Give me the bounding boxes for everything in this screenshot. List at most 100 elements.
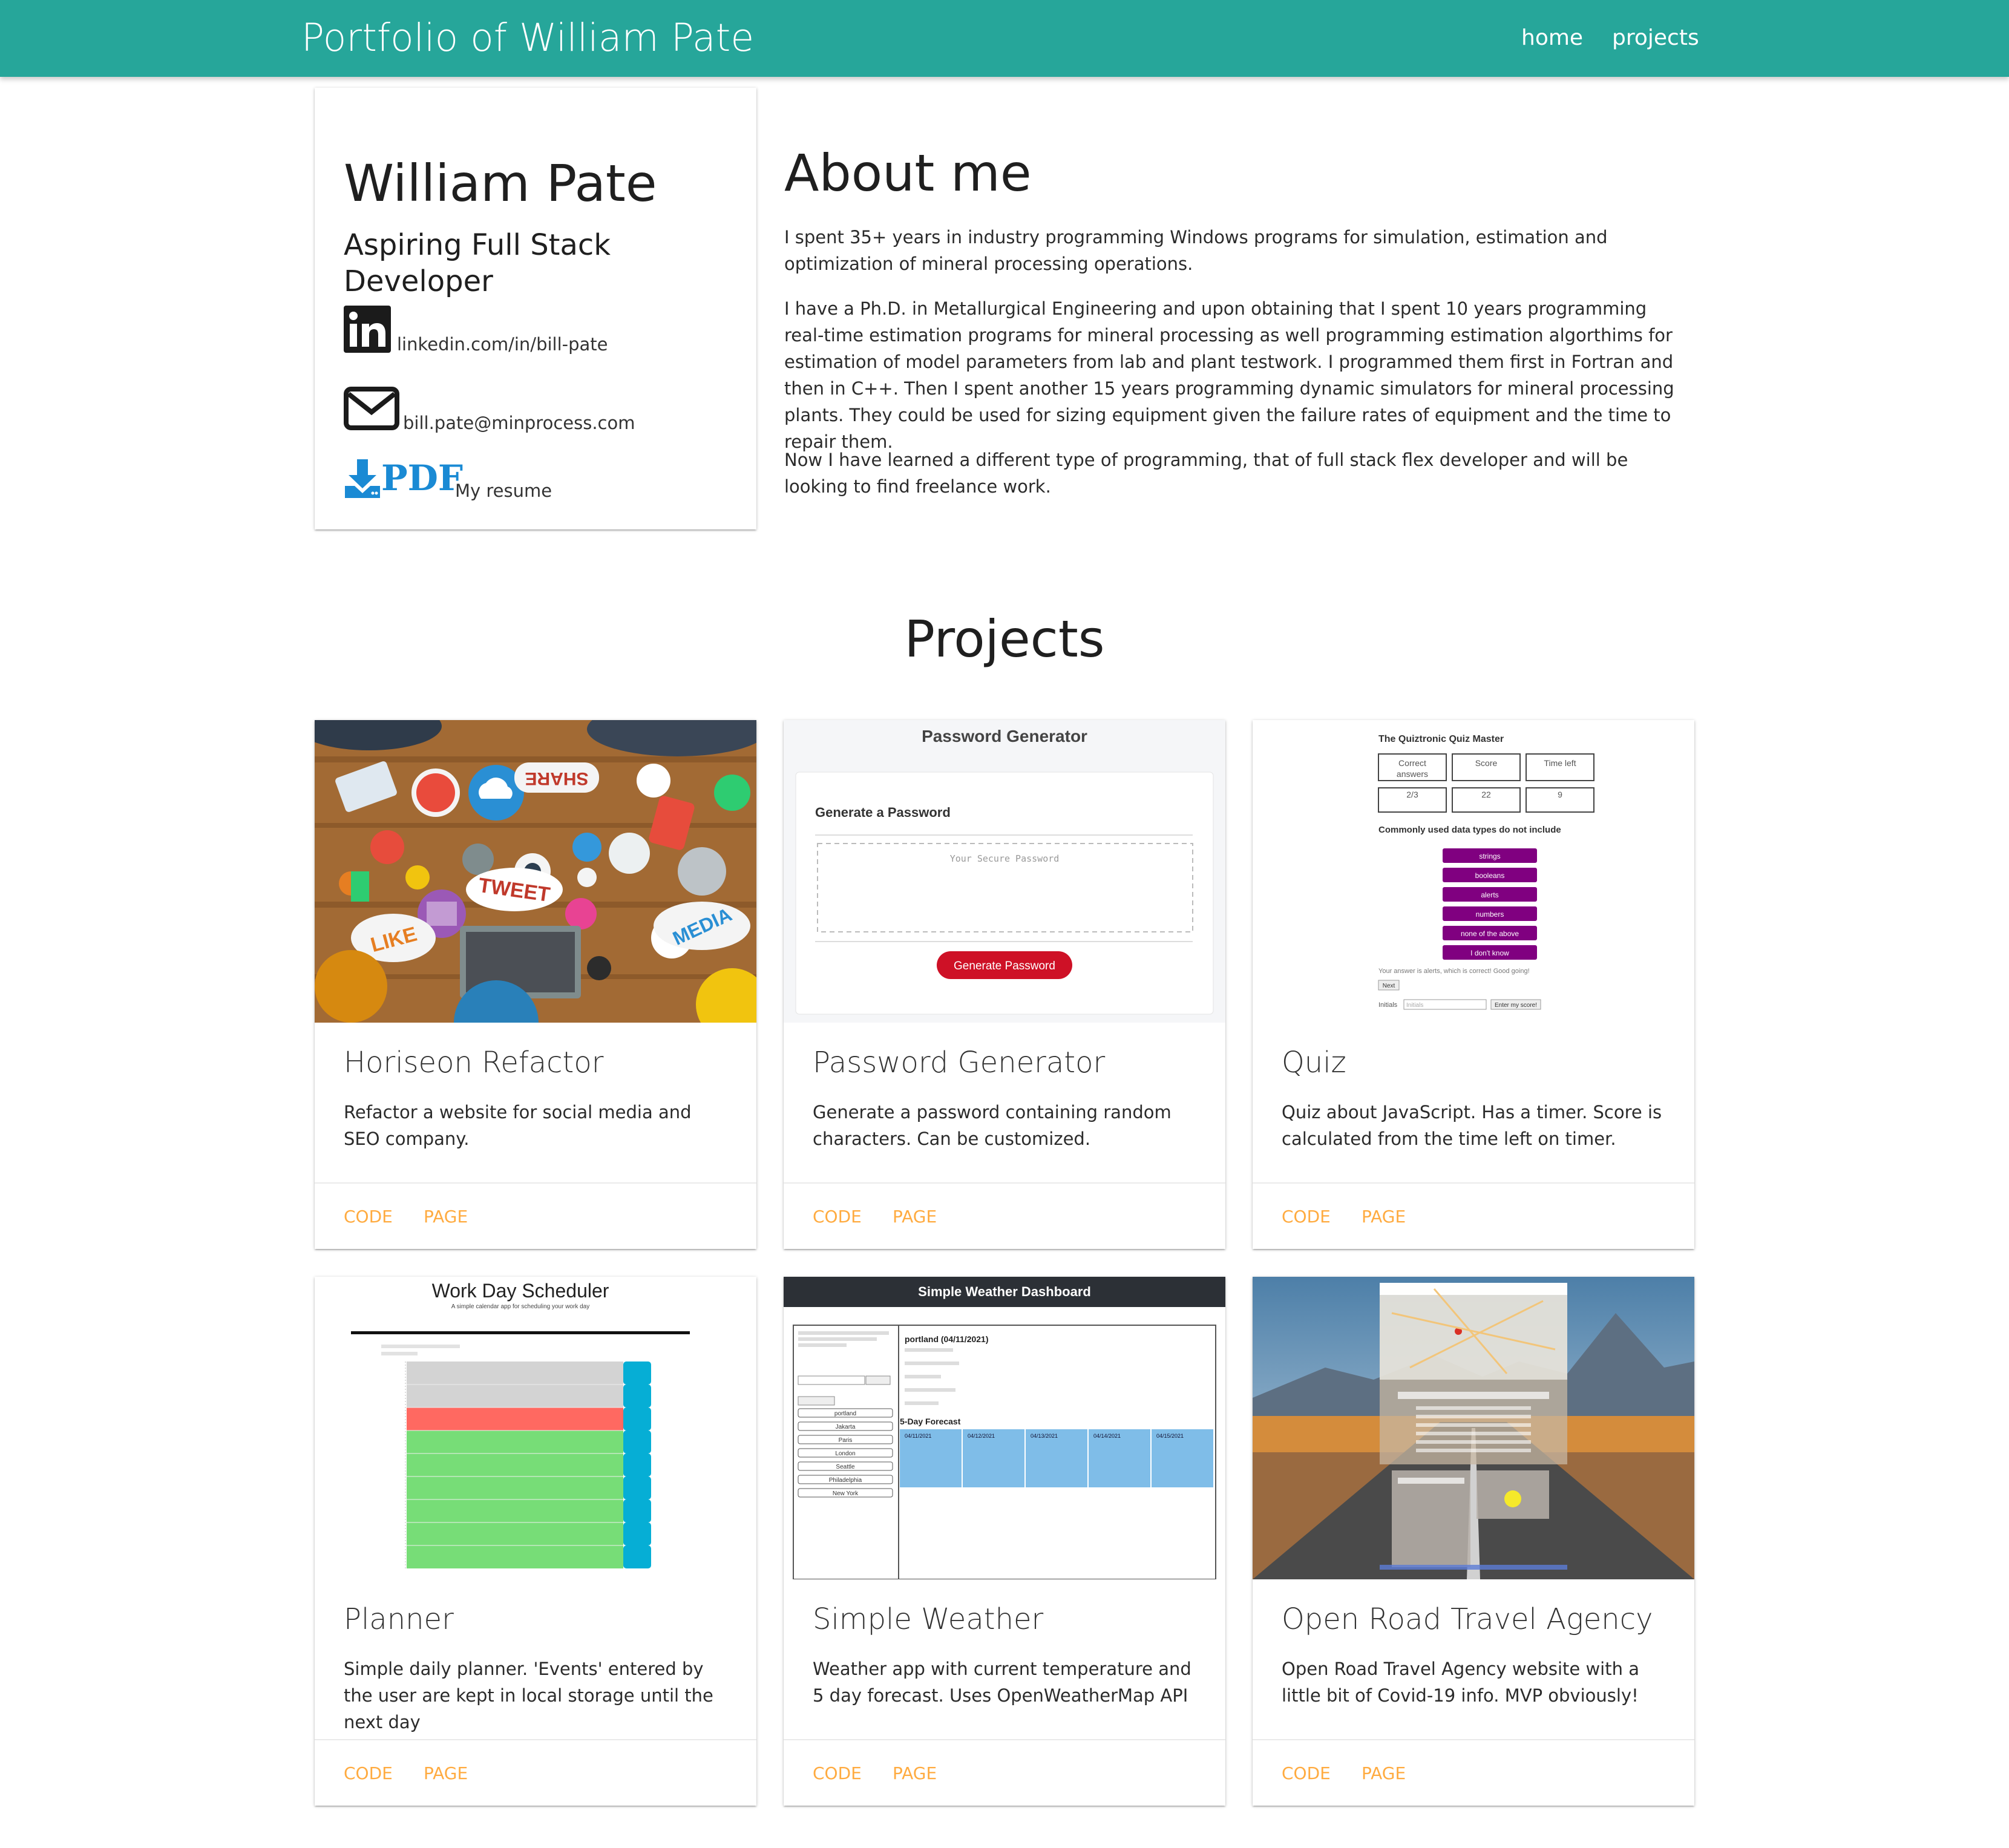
linkedin-link[interactable]: linkedin.com/in/bill-pate	[397, 333, 608, 355]
profile-card: William Pate Aspiring Full Stack Develop…	[315, 88, 756, 529]
thumb-button: Generate Password	[954, 960, 1055, 972]
card-actions: CODE PAGE	[1253, 1182, 1694, 1250]
svg-text:booleans: booleans	[1475, 871, 1505, 880]
project-description: Simple daily planner. 'Events' entered b…	[344, 1659, 713, 1732]
code-link[interactable]: CODE	[813, 1207, 862, 1227]
svg-text:answers: answers	[1397, 769, 1428, 779]
code-link[interactable]: CODE	[813, 1763, 862, 1784]
svg-text:none of the above: none of the above	[1461, 929, 1519, 938]
quiz-header: The Quiztronic Quiz Master	[1378, 734, 1504, 744]
quiz-correct-value: 2/3	[1406, 790, 1418, 799]
project-description: Refactor a website for social media and …	[344, 1102, 692, 1149]
svg-text:04/12/2021: 04/12/2021	[968, 1433, 995, 1439]
project-description: Open Road Travel Agency website with a l…	[1282, 1659, 1639, 1706]
project-description: Weather app with current temperature and…	[813, 1659, 1191, 1706]
page-link[interactable]: PAGE	[893, 1763, 937, 1784]
travel-agency-screenshot	[1253, 1277, 1694, 1579]
page-link[interactable]: PAGE	[1362, 1763, 1406, 1784]
weather-forecast-title: 5-Day Forecast	[900, 1417, 961, 1426]
email-link[interactable]: bill.pate@minprocess.com	[403, 412, 635, 434]
project-card: The Quiztronic Quiz Master Correct answe…	[1253, 720, 1694, 1249]
project-description: Generate a password containing random ch…	[813, 1102, 1172, 1149]
svg-text:04/15/2021: 04/15/2021	[1156, 1433, 1184, 1439]
weather-city-list: portland Jakarta Paris London Seattle Ph…	[798, 1408, 893, 1498]
project-thumbnail: Simple Weather Dashboard portland Jakart…	[784, 1277, 1225, 1579]
project-thumbnail: SHARE TWEET MEDIA LIKE	[315, 720, 756, 1023]
weather-header: Simple Weather Dashboard	[918, 1284, 1091, 1299]
card-actions: CODE PAGE	[315, 1739, 756, 1807]
card-actions: CODE PAGE	[1253, 1739, 1694, 1807]
profile-role: Aspiring Full Stack Developer	[344, 228, 611, 298]
project-title: Simple Weather	[813, 1602, 1044, 1636]
linkedin-icon[interactable]	[344, 306, 391, 353]
nav-projects-link[interactable]: projects	[1612, 24, 1699, 52]
svg-text:numbers: numbers	[1476, 910, 1504, 919]
svg-text:Seattle: Seattle	[836, 1464, 855, 1470]
code-link[interactable]: CODE	[1282, 1207, 1331, 1227]
download-icon[interactable]	[344, 459, 381, 498]
planner-subheader: A simple calendar app for scheduling you…	[451, 1303, 589, 1310]
quiz-score-label: Score	[1475, 758, 1498, 768]
code-link[interactable]: CODE	[344, 1207, 393, 1227]
project-card: Work Day Scheduler A simple calendar app…	[315, 1277, 756, 1806]
projects-title: Projects	[904, 609, 1105, 669]
about-paragraph: I spent 35+ years in industry programmin…	[784, 227, 1608, 274]
quiz-next: Next	[1383, 983, 1395, 989]
svg-text:04/13/2021: 04/13/2021	[1031, 1433, 1058, 1439]
card-actions: CODE PAGE	[784, 1182, 1225, 1250]
weather-city-title: portland (04/11/2021)	[905, 1334, 989, 1344]
project-thumbnail: Password Generator Generate a Password Y…	[784, 720, 1225, 1023]
nav-home-link[interactable]: home	[1521, 24, 1583, 52]
planner-rows	[375, 1361, 651, 1568]
project-card: SHARE TWEET MEDIA LIKE Horiseon Refactor…	[315, 720, 756, 1249]
project-description: Quiz about JavaScript. Has a timer. Scor…	[1282, 1102, 1662, 1149]
quiz-time-label: Time left	[1544, 758, 1576, 768]
code-link[interactable]: CODE	[344, 1763, 393, 1784]
svg-text:strings: strings	[1479, 852, 1500, 860]
svg-text:04/11/2021: 04/11/2021	[905, 1433, 931, 1439]
svg-text:Paris: Paris	[839, 1437, 853, 1444]
card-actions: CODE PAGE	[784, 1739, 1225, 1807]
page-link[interactable]: PAGE	[424, 1763, 468, 1784]
svg-text:portland: portland	[834, 1411, 856, 1417]
project-card: Password Generator Generate a Password Y…	[784, 720, 1225, 1249]
planner-header: Work Day Scheduler	[432, 1280, 609, 1302]
password-generator-screenshot: Password Generator Generate a Password Y…	[784, 720, 1225, 1023]
svg-text:Correct: Correct	[1398, 758, 1426, 768]
quiz-initials-placeholder: Initials	[1406, 1002, 1423, 1009]
thumb-placeholder: Your Secure Password	[950, 853, 1060, 864]
svg-text:I don't know: I don't know	[1470, 949, 1509, 957]
svg-text:London: London	[835, 1450, 855, 1457]
quiz-feedback: Your answer is alerts, which is correct!…	[1378, 968, 1530, 975]
about-paragraph: I have a Ph.D. in Metallurgical Engineer…	[784, 298, 1674, 452]
envelope-icon[interactable]	[344, 387, 399, 430]
project-card: Simple Weather Dashboard portland Jakart…	[784, 1277, 1225, 1806]
project-card: Open Road Travel Agency Open Road Travel…	[1253, 1277, 1694, 1806]
pdf-icon-text[interactable]: PDF	[381, 458, 463, 498]
page-link[interactable]: PAGE	[893, 1207, 937, 1227]
code-link[interactable]: CODE	[1282, 1763, 1331, 1784]
svg-text:Jakarta: Jakarta	[836, 1424, 856, 1430]
page-link[interactable]: PAGE	[1362, 1207, 1406, 1227]
project-thumbnail: The Quiztronic Quiz Master Correct answe…	[1253, 720, 1694, 1023]
thumb-card-title: Generate a Password	[815, 805, 951, 820]
quiz-time-value: 9	[1558, 790, 1562, 799]
project-thumbnail: Work Day Scheduler A simple calendar app…	[315, 1277, 756, 1579]
weather-forecast-cards: 04/11/2021 04/12/2021 04/13/2021 04/14/2…	[900, 1429, 1213, 1487]
weather-dashboard-screenshot: Simple Weather Dashboard portland Jakart…	[784, 1277, 1225, 1579]
quiz-screenshot: The Quiztronic Quiz Master Correct answe…	[1253, 720, 1694, 1023]
site-brand[interactable]: Portfolio of William Pate	[301, 16, 754, 61]
project-title: Open Road Travel Agency	[1282, 1602, 1653, 1636]
resume-link[interactable]: My resume	[455, 480, 552, 502]
svg-text:04/14/2021: 04/14/2021	[1093, 1433, 1121, 1439]
profile-name: William Pate	[344, 154, 657, 213]
quiz-submit: Enter my score!	[1495, 1002, 1537, 1009]
about-title: About me	[784, 143, 1032, 203]
project-title: Password Generator	[813, 1046, 1106, 1080]
quiz-question: Commonly used data types do not include	[1378, 825, 1561, 835]
project-title: Quiz	[1282, 1046, 1346, 1080]
page-link[interactable]: PAGE	[424, 1207, 468, 1227]
about-paragraph: Now I have learned a different type of p…	[784, 450, 1628, 497]
navbar: Portfolio of William Pate home projects	[0, 0, 2009, 77]
svg-text:alerts: alerts	[1481, 891, 1498, 899]
